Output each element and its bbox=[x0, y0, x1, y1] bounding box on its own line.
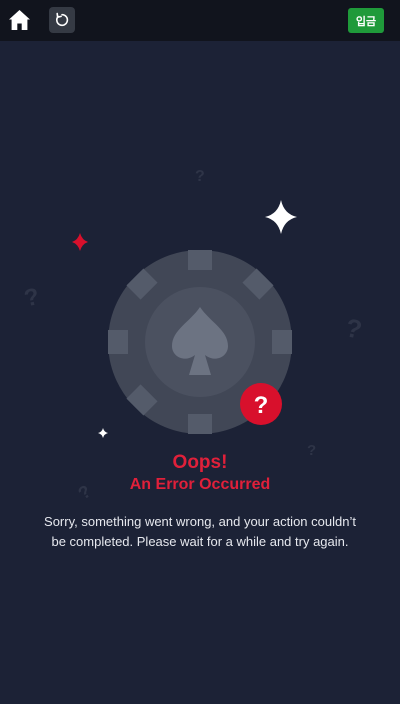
sparkle-red-icon bbox=[72, 233, 88, 251]
sparkle-white-large-icon bbox=[265, 200, 297, 234]
error-title: Oops! bbox=[172, 452, 228, 473]
error-illustration: ? ? ? ? ? ? bbox=[22, 168, 365, 504]
sparkle-white-small-icon bbox=[98, 428, 108, 438]
question-mark-decoration: ? bbox=[343, 312, 365, 345]
error-subtitle: An Error Occurred bbox=[129, 476, 271, 493]
error-message: Sorry, something went wrong, and your ac… bbox=[44, 514, 356, 549]
question-mark-decoration: ? bbox=[22, 283, 42, 312]
svg-text:?: ? bbox=[254, 392, 269, 419]
question-mark-decoration: ? bbox=[195, 168, 205, 185]
question-badge-icon: ? bbox=[240, 383, 282, 425]
